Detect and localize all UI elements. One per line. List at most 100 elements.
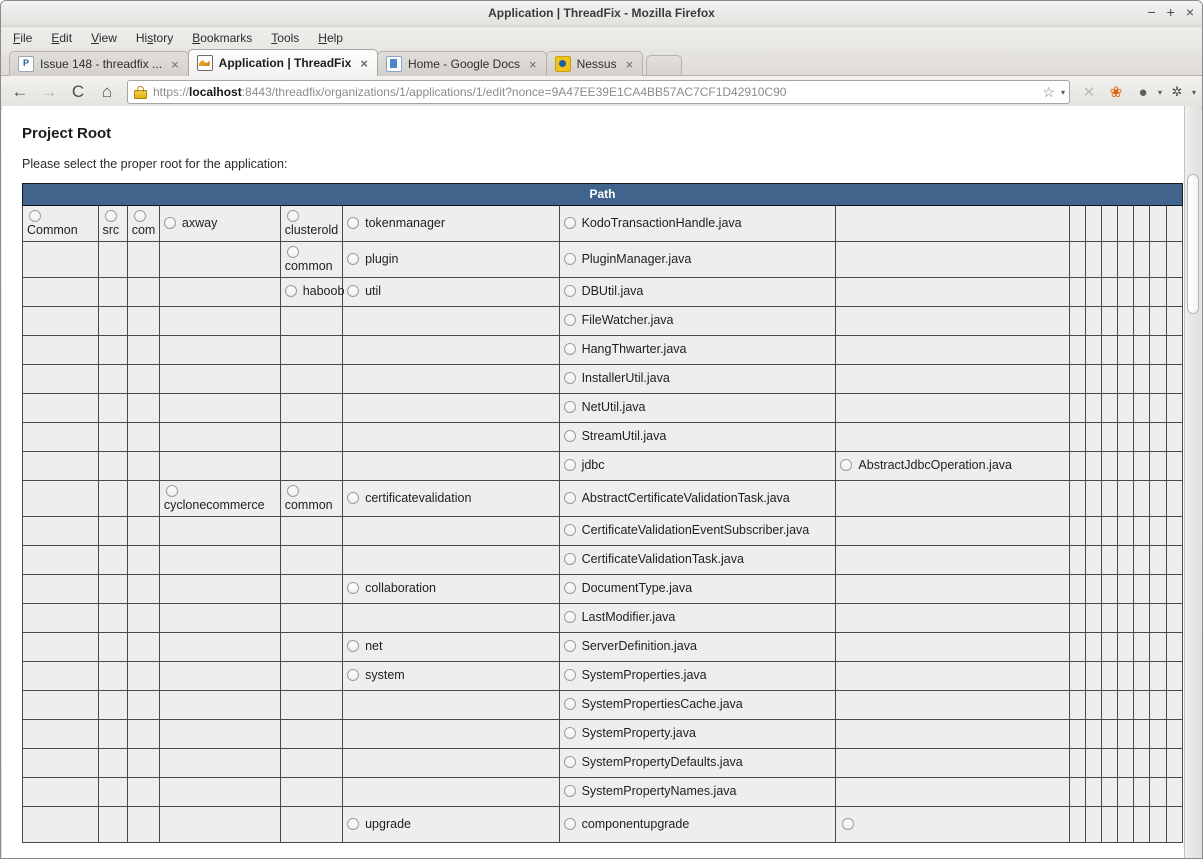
path-option-cell[interactable]: haboob — [279, 277, 345, 307]
path-option-cell[interactable] — [835, 806, 1070, 843]
path-option-cell[interactable]: system — [342, 661, 560, 691]
path-label[interactable]: com — [132, 223, 156, 237]
path-radio-button[interactable] — [563, 459, 576, 471]
path-radio-button[interactable] — [347, 669, 360, 681]
path-radio-button[interactable] — [563, 582, 576, 594]
path-label[interactable]: SystemPropertiesCache.java — [582, 697, 743, 711]
close-icon[interactable]: × — [171, 57, 179, 72]
path-label[interactable]: haboob — [303, 284, 345, 298]
path-radio-button[interactable] — [165, 485, 178, 497]
path-option-cell[interactable]: HangThwarter.java — [558, 335, 837, 365]
path-option-cell[interactable]: CertificateValidationTask.java — [558, 545, 837, 575]
tab-application-threadfix[interactable]: Application | ThreadFix × — [187, 49, 378, 76]
path-radio-button[interactable] — [286, 246, 299, 258]
path-label[interactable]: util — [365, 284, 381, 298]
path-radio-button[interactable] — [563, 727, 576, 739]
minimize-button[interactable]: − — [1147, 5, 1155, 19]
path-option-cell[interactable]: PluginManager.java — [558, 241, 837, 278]
path-label[interactable]: net — [365, 639, 382, 653]
path-radio-button[interactable] — [29, 210, 41, 222]
path-option-cell[interactable]: FileWatcher.java — [558, 306, 837, 336]
path-radio-button[interactable] — [563, 491, 576, 504]
path-option-cell[interactable]: Common — [22, 205, 99, 242]
path-radio-button[interactable] — [163, 216, 176, 229]
path-radio-button[interactable] — [563, 817, 576, 830]
menu-tools[interactable]: Tools — [271, 31, 299, 45]
path-label[interactable]: componentupgrade — [582, 817, 690, 831]
path-label[interactable]: tokenmanager — [365, 216, 445, 230]
path-option-cell[interactable]: plugin — [342, 241, 560, 278]
path-option-cell[interactable]: collaboration — [342, 574, 560, 604]
path-label[interactable]: common — [285, 259, 333, 273]
path-option-cell[interactable]: AbstractCertificateValidationTask.java — [558, 480, 837, 517]
home-icon[interactable]: ⌂ — [94, 79, 120, 105]
menu-history[interactable]: History — [136, 31, 173, 45]
path-radio-button[interactable] — [563, 252, 576, 265]
path-option-cell[interactable]: AbstractJdbcOperation.java — [835, 451, 1070, 481]
path-radio-button[interactable] — [563, 430, 576, 442]
path-radio-button[interactable] — [563, 756, 576, 768]
path-radio-button[interactable] — [563, 372, 576, 384]
path-radio-button[interactable] — [563, 524, 576, 536]
path-label[interactable]: LastModifier.java — [582, 610, 676, 624]
path-option-cell[interactable]: CertificateValidationEventSubscriber.jav… — [558, 516, 837, 546]
path-option-cell[interactable]: common — [279, 480, 344, 517]
path-label[interactable]: FileWatcher.java — [582, 313, 674, 327]
close-icon[interactable]: × — [529, 57, 537, 72]
path-option-cell[interactable]: DBUtil.java — [558, 277, 837, 307]
addon-globe-icon[interactable]: ● — [1131, 80, 1155, 104]
path-option-cell[interactable]: SystemProperties.java — [558, 661, 837, 691]
path-label[interactable]: SystemProperties.java — [582, 668, 707, 682]
path-option-cell[interactable]: SystemProperty.java — [558, 719, 837, 749]
path-option-cell[interactable]: net — [342, 632, 560, 662]
menu-edit[interactable]: Edit — [51, 31, 72, 45]
close-icon[interactable]: × — [360, 56, 368, 71]
path-label[interactable]: SystemProperty.java — [582, 726, 696, 740]
path-radio-button[interactable] — [347, 252, 360, 265]
tab-nessus[interactable]: Nessus × — [545, 51, 644, 76]
path-label[interactable]: DBUtil.java — [582, 284, 644, 298]
close-icon[interactable]: × — [626, 57, 634, 72]
chevron-down-icon[interactable]: ▾ — [1192, 88, 1196, 97]
path-radio-button[interactable] — [347, 582, 360, 594]
path-radio-button[interactable] — [347, 285, 360, 297]
path-label[interactable]: common — [285, 498, 333, 512]
path-radio-button[interactable] — [563, 401, 576, 413]
path-label[interactable]: ServerDefinition.java — [582, 639, 697, 653]
path-radio-button[interactable] — [840, 459, 853, 471]
path-option-cell[interactable]: DocumentType.java — [558, 574, 837, 604]
tab-issue-148[interactable]: Issue 148 - threadfix ... × — [9, 51, 189, 76]
path-option-cell[interactable]: upgrade — [342, 806, 560, 843]
path-label[interactable]: certificatevalidation — [365, 491, 471, 505]
path-radio-button[interactable] — [563, 698, 576, 710]
path-option-cell[interactable]: common — [279, 241, 344, 278]
path-radio-button[interactable] — [563, 553, 576, 565]
path-label[interactable]: plugin — [365, 252, 398, 266]
path-option-cell[interactable]: ServerDefinition.java — [558, 632, 837, 662]
path-option-cell[interactable]: StreamUtil.java — [558, 422, 837, 452]
chevron-down-icon[interactable]: ▾ — [1158, 88, 1162, 97]
path-option-cell[interactable]: KodoTransactionHandle.java — [558, 205, 837, 242]
path-option-cell[interactable]: axway — [158, 205, 281, 242]
path-option-cell[interactable]: jdbc — [558, 451, 837, 481]
path-label[interactable]: SystemPropertyNames.java — [582, 784, 737, 798]
path-label[interactable]: KodoTransactionHandle.java — [582, 216, 742, 230]
path-radio-button[interactable] — [104, 210, 117, 222]
path-radio-button[interactable] — [286, 485, 299, 497]
close-button[interactable]: × — [1186, 5, 1194, 19]
path-option-cell[interactable]: InstallerUtil.java — [558, 364, 837, 394]
path-label[interactable]: CertificateValidationTask.java — [582, 552, 744, 566]
path-radio-button[interactable] — [563, 343, 576, 355]
tab-home-google-docs[interactable]: Home - Google Docs × — [376, 51, 547, 76]
url-bar[interactable]: https://localhost:8443/threadfix/organiz… — [127, 80, 1070, 104]
path-label[interactable]: NetUtil.java — [582, 400, 646, 414]
path-label[interactable]: CertificateValidationEventSubscriber.jav… — [582, 523, 810, 537]
path-label[interactable]: jdbc — [582, 458, 605, 472]
path-option-cell[interactable]: clusterold — [279, 205, 344, 242]
menu-bookmarks[interactable]: Bookmarks — [192, 31, 252, 45]
new-tab-button[interactable] — [646, 55, 683, 76]
path-label[interactable]: upgrade — [365, 817, 411, 831]
path-option-cell[interactable]: componentupgrade — [558, 806, 837, 843]
path-option-cell[interactable]: certificatevalidation — [342, 480, 560, 517]
path-radio-button[interactable] — [563, 314, 576, 326]
